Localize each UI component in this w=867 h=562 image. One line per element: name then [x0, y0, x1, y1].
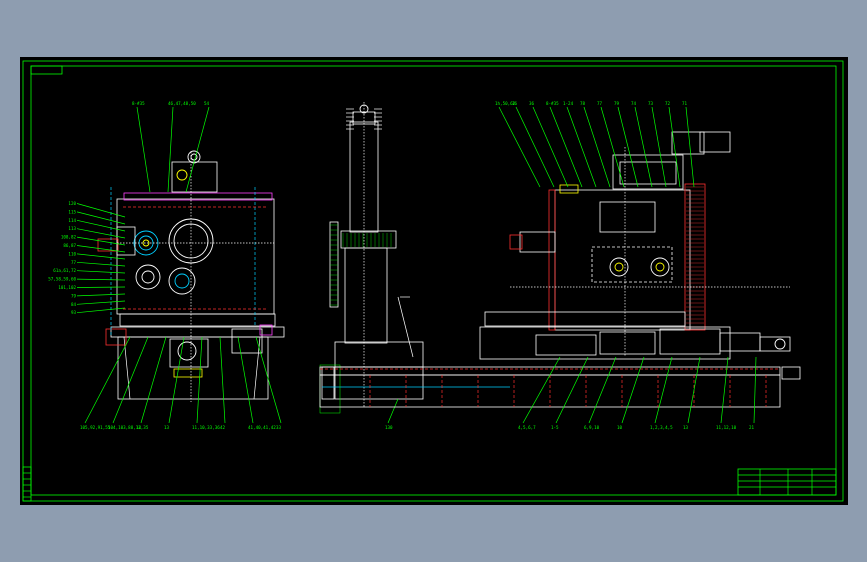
left-view-bottom-label: 42: [220, 425, 226, 430]
right-view-top-label: 36: [529, 101, 535, 106]
right-view-top-label: 73: [648, 101, 654, 106]
left-view-side-label: 79: [71, 293, 77, 298]
drawing-frame: [22, 60, 844, 502]
left-view-top-label: 54: [204, 101, 210, 106]
right-view-bottom-label: 6,9,10: [584, 425, 600, 430]
right-view-top-label: 77: [597, 101, 603, 106]
right-view-bottom-label: 11,12,10: [716, 425, 737, 430]
left-view-side-label: 115: [68, 209, 76, 214]
left-view-bottom-label: 11,10,33,36: [192, 425, 220, 430]
title-block: [737, 468, 837, 496]
middle-view-bottom-label: 130: [385, 425, 393, 430]
left-view-labels: 8-#35 46,47,48,50 54 120 115 114 113 108,82 86,8…: [48, 101, 281, 430]
left-view-side-label: 113: [68, 226, 76, 231]
left-view-bottom-label: 13: [164, 425, 170, 430]
cad-viewport[interactable]: 8-#35 46,47,48,50 54 120 115 114 113 108,82 86,8…: [20, 57, 848, 505]
left-view-bottom-label: 33: [276, 425, 282, 430]
right-view-top-label: 72: [665, 101, 671, 106]
drawing-canvas: 8-#35 46,47,48,50 54 120 115 114 113 108,82 86,8…: [22, 60, 844, 502]
right-view-bottom-label: 1,2,3,4,5: [650, 425, 673, 430]
right-view-top-label: 78: [580, 101, 586, 106]
left-view-side-label: 57,58,59,60: [48, 277, 76, 282]
left-view-bottom-label: 104,103,88,12,35: [108, 425, 149, 430]
right-view-bottom-label: 21: [749, 425, 755, 430]
right-view-top-label: 71: [682, 101, 688, 106]
left-view-side-label: 84: [71, 302, 77, 307]
right-view-top-label: 79: [614, 101, 620, 106]
left-view-side-label: 114: [68, 218, 76, 223]
left-view-side-label: 101,102: [58, 285, 76, 290]
right-view-bottom-label: 13: [683, 425, 689, 430]
left-view-side-label: 86,87: [63, 243, 76, 248]
left-view-bottom-label: 14: [136, 425, 142, 430]
left-view-bottom-label: 41,40,41,42: [248, 425, 276, 430]
left-view: 8-#35 46,47,48,50 54 120 115 114 113 108,82 86,8…: [48, 101, 285, 430]
left-view-side-label: 77: [71, 260, 77, 265]
left-view-side-label: 61a,61,72: [53, 268, 76, 273]
right-view-bottom-label: 10: [617, 425, 623, 430]
left-view-bottom-label: 105,92,91,55: [80, 425, 111, 430]
left-view-top-label: 8-#35: [132, 101, 145, 106]
right-view-top-label: 8-#35: [546, 101, 559, 106]
left-view-top-label: 46,47,48,50: [168, 101, 196, 106]
left-view-side-label: 108,82: [61, 235, 77, 240]
middle-view: 130: [319, 102, 510, 430]
right-view-top-label: 1-24: [563, 101, 574, 106]
right-view: 1h,50,6216 36 8-#35 1-24 78 77 79 74 73 72 714,5,6…: [319, 101, 801, 430]
right-view-bottom-label: 4,5,6,7: [518, 425, 536, 430]
right-view-top-label: 74: [631, 101, 637, 106]
right-view-bottom-label: 1-5: [551, 425, 559, 430]
left-view-side-label: 110: [68, 251, 76, 256]
right-view-top-label: 16: [512, 101, 518, 106]
left-view-side-label: 120: [68, 201, 76, 206]
left-view-side-label: 93: [71, 310, 77, 315]
right-view-labels: 1h,50,6216 36 8-#35 1-24 78 77 79 74 73 72 714,5,6…: [495, 101, 757, 430]
